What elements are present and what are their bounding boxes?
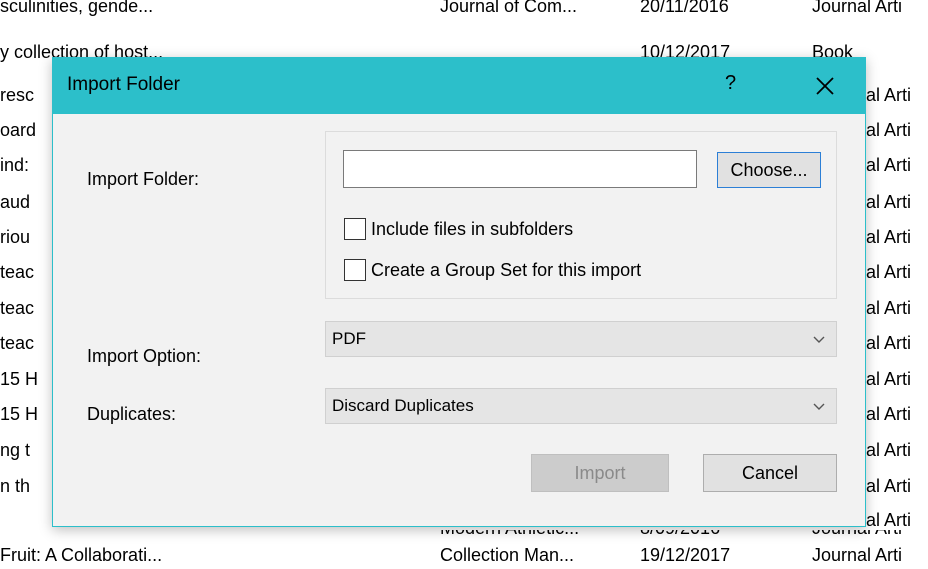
bg-right-fragment: al Arti bbox=[866, 155, 912, 175]
bg-right-fragment: al Arti bbox=[866, 476, 912, 496]
bg-right-fragment: al Arti bbox=[866, 404, 912, 424]
bg-left-fragment: teac bbox=[0, 262, 35, 282]
close-button[interactable] bbox=[805, 66, 845, 106]
bg-right-fragment: al Arti bbox=[866, 120, 912, 140]
bg-right-fragment: al Arti bbox=[866, 369, 912, 389]
bg-left-fragment: riou bbox=[0, 227, 31, 247]
bg-left-fragment: 15 H bbox=[0, 369, 39, 389]
duplicates-label: Duplicates: bbox=[87, 404, 177, 424]
import-folder-label: Import Folder: bbox=[87, 169, 200, 189]
bg-left-fragment: ng t bbox=[0, 440, 31, 460]
bg-left-fragment: teac bbox=[0, 333, 35, 353]
bg-cell-source: Collection Man... bbox=[440, 545, 575, 565]
bg-cell-title: Fruit: A Collaborati... bbox=[0, 545, 163, 565]
import-option-select[interactable]: PDF bbox=[325, 321, 837, 357]
bg-row-bottom[interactable]: Fruit: A Collaborati... Collection Man..… bbox=[0, 543, 928, 567]
bg-right-fragment: al Arti bbox=[866, 440, 912, 460]
bg-left-fragment: 15 H bbox=[0, 404, 39, 424]
duplicates-value: Discard Duplicates bbox=[332, 396, 474, 415]
include-subfolders-label[interactable]: Include files in subfolders bbox=[371, 219, 573, 240]
dialog-title: Import Folder bbox=[67, 74, 180, 95]
chevron-down-icon bbox=[813, 336, 825, 343]
bg-row-top-1[interactable]: sculinities, gende... Journal of Com... … bbox=[0, 0, 928, 18]
folder-path-input[interactable] bbox=[343, 150, 697, 188]
bg-cell-source: Journal of Com... bbox=[440, 0, 578, 16]
close-icon bbox=[816, 77, 834, 95]
bg-right-fragment: al Arti bbox=[866, 192, 912, 212]
chevron-down-icon bbox=[813, 403, 825, 410]
dialog-titlebar[interactable]: Import Folder ? bbox=[53, 58, 865, 114]
bg-right-fragment: al Arti bbox=[866, 227, 912, 247]
bg-cell-type: Journal Arti bbox=[812, 0, 903, 16]
bg-left-fragment: oard bbox=[0, 120, 37, 140]
bg-right-fragment: al Arti bbox=[866, 333, 912, 353]
bg-right-fragment: al Arti bbox=[866, 510, 912, 530]
import-option-label: Import Option: bbox=[87, 346, 202, 366]
bg-cell-date: 20/11/2016 bbox=[640, 0, 729, 16]
create-group-set-checkbox[interactable] bbox=[344, 259, 366, 281]
bg-left-fragment: teac bbox=[0, 298, 35, 318]
bg-left-fragment: n th bbox=[0, 476, 31, 496]
bg-right-fragment: al Arti bbox=[866, 85, 912, 105]
bg-left-fragment: aud bbox=[0, 192, 31, 212]
bg-left-fragment: resc bbox=[0, 85, 35, 105]
bg-right-fragment: al Arti bbox=[866, 262, 912, 282]
bg-right-fragment: al Arti bbox=[866, 298, 912, 318]
import-button[interactable]: Import bbox=[531, 454, 669, 492]
import-option-value: PDF bbox=[332, 329, 366, 348]
help-button[interactable]: ? bbox=[725, 72, 736, 95]
duplicates-select[interactable]: Discard Duplicates bbox=[325, 388, 837, 424]
create-group-set-label[interactable]: Create a Group Set for this import bbox=[371, 260, 641, 281]
choose-button[interactable]: Choose... bbox=[717, 152, 821, 188]
import-folder-dialog: Import Folder ? Import Folder: Choose...… bbox=[52, 57, 866, 527]
bg-cell-date: 19/12/2017 bbox=[640, 545, 731, 565]
cancel-button[interactable]: Cancel bbox=[703, 454, 837, 492]
include-subfolders-checkbox[interactable] bbox=[344, 218, 366, 240]
bg-left-fragment: ind: bbox=[0, 155, 30, 175]
bg-cell-title: sculinities, gende... bbox=[0, 0, 154, 16]
bg-cell-type: Journal Arti bbox=[812, 545, 903, 565]
